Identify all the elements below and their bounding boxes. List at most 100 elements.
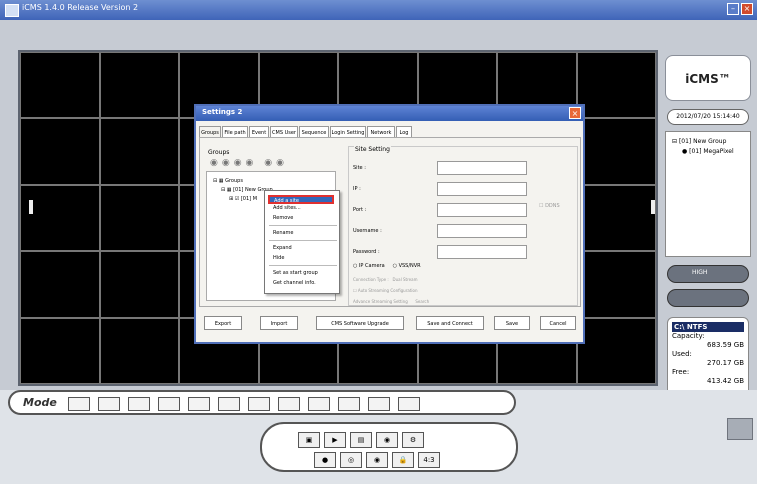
video-cell[interactable] [99,118,179,185]
app-icon [5,4,19,17]
site-input[interactable] [437,161,527,175]
group-tools[interactable]: ◉◉◉◉ ◉◉ [210,158,288,168]
menu-rename[interactable]: Rename [273,230,294,236]
quality-control[interactable]: HIGH [667,265,749,283]
lock-button[interactable]: 🔒 [392,452,414,468]
ip-camera-radio-label: IP Camera [358,263,385,269]
search-button[interactable]: Search [415,299,429,304]
tree-site-row[interactable]: ⊞ ☑ [01] M [229,196,257,202]
groups-label: Groups [208,149,230,156]
site-label: Site : [353,165,366,171]
username-input[interactable] [437,224,527,238]
ip-camera-radio[interactable]: ○ IP Camera [353,263,385,269]
video-cell[interactable] [20,52,100,119]
video-cell[interactable] [20,251,100,318]
menu-expand[interactable]: Expand [273,245,292,251]
ip-input[interactable] [437,182,527,196]
play-button[interactable]: ▶ [324,432,346,448]
right-arrow-icon[interactable] [651,200,655,214]
mode-5-button[interactable] [278,397,300,411]
mode-8-button[interactable] [368,397,390,411]
dialog-close-button[interactable]: × [569,107,581,119]
mode-9-button[interactable] [398,397,420,411]
menu-separator [269,240,337,241]
port-label: Port : [353,207,367,213]
left-arrow-icon[interactable] [29,200,33,214]
import-button[interactable]: Import [260,316,298,330]
auto-streaming-label: Auto Streaming Configuration [357,288,418,293]
dialog-body: Groups ◉◉◉◉ ◉◉ ⊟ ▦ Groups ⊟ ▦ [01] New G… [199,137,581,307]
connection-type-value[interactable]: Dual Stream [393,277,418,282]
mode-label: Mode [23,396,57,409]
mode-1-button[interactable] [158,397,180,411]
menu-add-sites[interactable]: Add sites... [273,205,301,211]
video-cell[interactable] [576,118,656,185]
ip-label: IP : [353,186,361,192]
mode-2-button[interactable] [188,397,210,411]
video-cell[interactable] [99,52,179,119]
video-cell[interactable] [576,251,656,318]
video-cell[interactable] [99,184,179,252]
tree-root[interactable]: ⊟ ▦ Groups [213,178,243,184]
vss-nvr-radio-label: VSS/NVR [398,263,421,269]
dialog-title: Settings 2 [202,108,243,116]
used-value: 270.17 GB [707,359,744,367]
video-cell[interactable] [99,317,179,384]
connection-type-row: Connection Type : Dual Stream [353,277,417,282]
tree-camera-label: [01] MegaPixel [689,148,734,155]
export-button[interactable]: Export [204,316,242,330]
minimize-button[interactable]: – [727,3,739,15]
tree-camera[interactable]: ● [01] MegaPixel [682,148,734,155]
menu-set-as-start-group[interactable]: Set as start group [273,270,318,276]
password-input[interactable] [437,245,527,259]
ptz-button[interactable]: ◎ [340,452,362,468]
layout-button[interactable]: ▤ [350,432,372,448]
camera-button[interactable]: ◉ [376,432,398,448]
menu-hide[interactable]: Hide [273,255,284,261]
video-cell[interactable] [20,184,100,252]
close-button[interactable]: × [741,3,753,15]
settings-button[interactable]: ⚙ [402,432,424,448]
video-cell[interactable] [576,52,656,119]
advance-streaming-button[interactable]: Advance Streaming Setting [353,299,408,304]
mode-7-button[interactable] [338,397,360,411]
camera-list-button[interactable]: ◉ [366,452,388,468]
control-strip: ▣ ▶ ▤ ◉ ⚙ ● ◎ ◉ 🔒 4:3 [260,422,518,472]
mode-4-button[interactable] [248,397,270,411]
app-logo: iCMS™ [665,55,751,101]
device-tree[interactable]: ⊟ [01] New Group ● [01] MegaPixel [665,131,751,257]
ddns-checkbox[interactable]: ☐ DDNS [539,203,560,209]
mode-3-button[interactable] [218,397,240,411]
corner-button[interactable] [727,418,753,440]
video-cell[interactable] [20,118,100,185]
vss-nvr-radio[interactable]: ○ VSS/NVR [393,263,421,269]
mode-6-button[interactable] [308,397,330,411]
tree-group[interactable]: ⊟ [01] New Group [672,138,726,145]
mode-4x4-button[interactable] [128,397,150,411]
port-input[interactable] [437,203,527,217]
username-label: Username : [353,228,382,234]
video-cell[interactable] [20,317,100,384]
save-button[interactable]: Save [494,316,530,330]
video-cell[interactable] [99,251,179,318]
snapshot-button[interactable]: ▣ [298,432,320,448]
date-time: 2012/07/20 15:14:40 [667,109,749,125]
playback-mini-controls[interactable] [667,289,749,307]
mode-2x2-button[interactable] [68,397,90,411]
cancel-button[interactable]: Cancel [540,316,576,330]
save-and-connect-button[interactable]: Save and Connect [416,316,484,330]
menu-add-a-site[interactable]: Add a site [268,195,334,204]
cms-upgrade-button[interactable]: CMS Software Upgrade [316,316,404,330]
video-cell[interactable] [576,317,656,384]
right-panel: iCMS™ 2012/07/20 15:14:40 ⊟ [01] New Gro… [665,55,751,412]
record-button[interactable]: ● [314,452,336,468]
auto-streaming-checkbox[interactable]: ☐ Auto Streaming Configuration [353,288,417,293]
mode-3x3-button[interactable] [98,397,120,411]
menu-remove[interactable]: Remove [273,215,293,221]
free-value: 413.42 GB [707,377,744,385]
menu-get-channel-info[interactable]: Get channel info. [273,280,316,286]
aspect-ratio-button[interactable]: 4:3 [418,452,440,468]
video-cell[interactable] [576,184,656,252]
free-label: Free: [672,368,690,376]
tree-site-row-label: [01] M [240,196,258,202]
